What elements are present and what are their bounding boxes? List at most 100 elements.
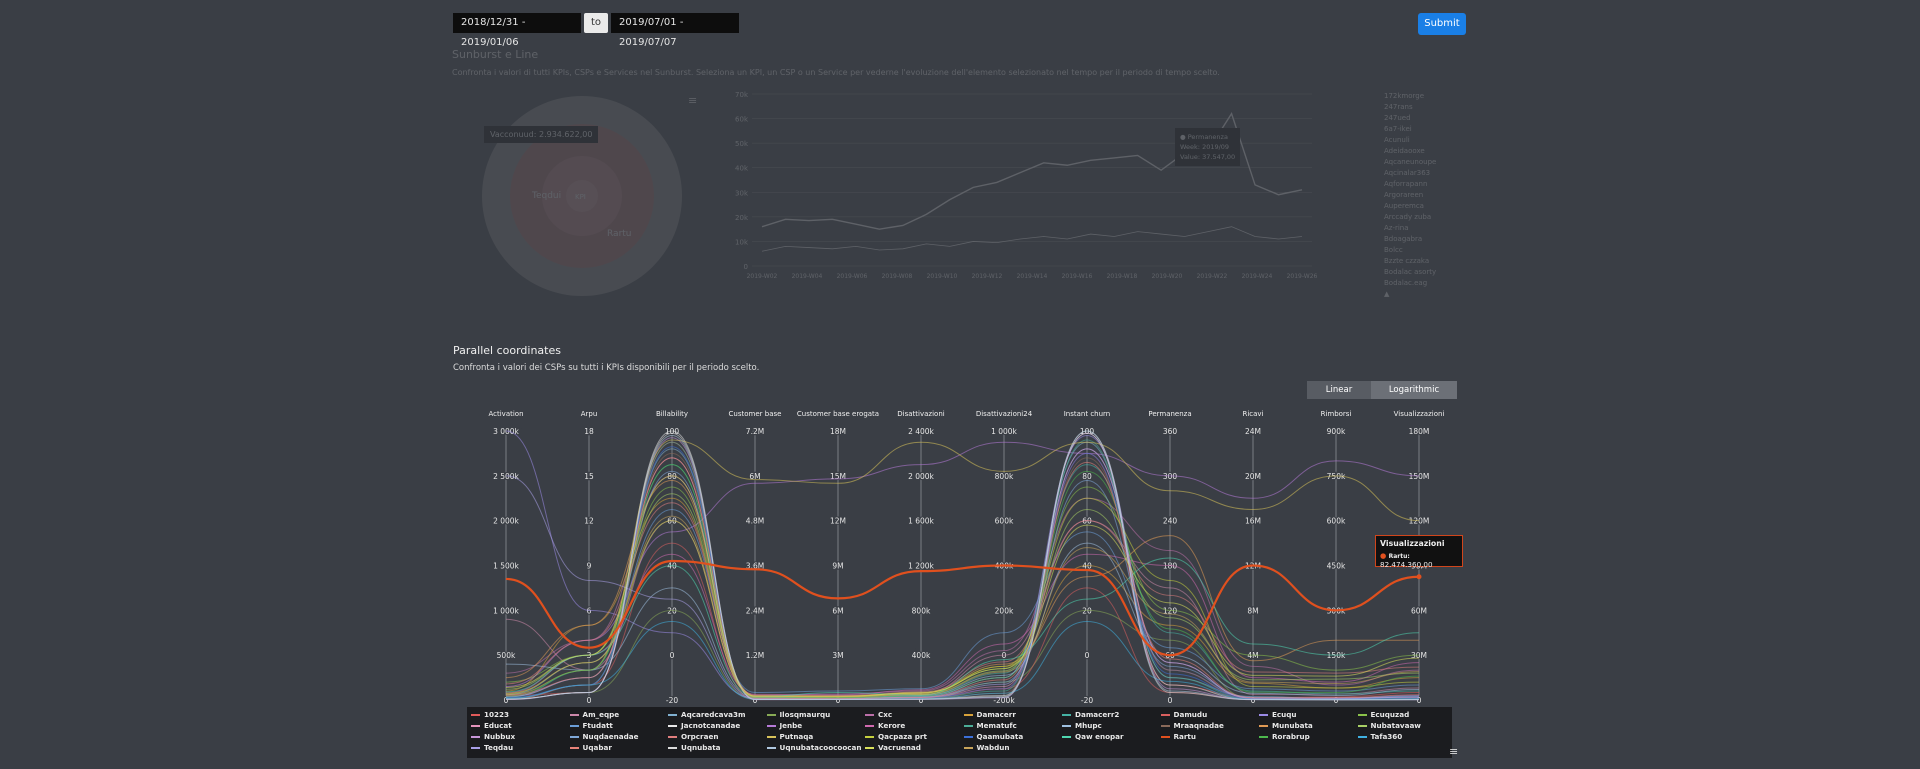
legend-item[interactable]: Ilosqmaurqu: [766, 710, 830, 719]
axis-title: Customer base erogata: [797, 410, 879, 418]
tick-label: 1 500k: [493, 562, 519, 571]
legend-swatch: [1259, 714, 1268, 716]
legend-item[interactable]: Ecuqu: [1259, 710, 1297, 719]
series-line-nubbux: [505, 432, 1419, 701]
axis-title: Disattivazioni: [897, 410, 944, 418]
tick-label: 4.8M: [746, 517, 764, 526]
tick-label: 360: [1163, 427, 1178, 436]
legend-label: Vacruenad: [878, 743, 921, 752]
legend-label: Uqnubata: [681, 743, 721, 752]
axis-title: Rimborsi: [1321, 410, 1352, 418]
axis-title: Visualizzazioni: [1394, 410, 1445, 418]
legend-swatch: [668, 747, 677, 749]
tick-label: 1.2M: [746, 651, 764, 660]
axis-title: Permanenza: [1148, 410, 1191, 418]
legend-swatch: [1357, 736, 1367, 738]
legend-item[interactable]: Tafa360: [1357, 732, 1402, 741]
legend-label: Educat: [484, 721, 512, 730]
tick-label: 150k: [1327, 651, 1346, 660]
tick-label: 1 000k: [493, 606, 519, 615]
legend-item[interactable]: Munubata: [1259, 721, 1313, 730]
legend-item[interactable]: Cxc: [865, 710, 892, 719]
tick-label: 2 000k: [493, 517, 519, 526]
legend-label: Rartu: [1173, 732, 1196, 741]
legend-swatch: [471, 714, 480, 716]
legend-label: Uqabar: [582, 743, 612, 752]
legend-item[interactable]: Kerore: [865, 721, 905, 730]
legend-item[interactable]: Nubatavaaw: [1357, 721, 1421, 730]
legend-item[interactable]: Jacnotcanadae: [668, 721, 740, 730]
tick-label: 16M: [1245, 517, 1261, 526]
tooltip-title: Visualizzazioni: [1380, 539, 1445, 548]
legend-item[interactable]: Qaw enopar: [1062, 732, 1124, 741]
tick-label: 20M: [1245, 472, 1261, 481]
tick-label: 2 400k: [908, 427, 934, 436]
legend-item[interactable]: Am_eqpe: [569, 710, 619, 719]
legend-item[interactable]: Damacerr2: [1062, 710, 1119, 719]
legend-swatch: [569, 747, 579, 749]
tick-label: 80: [1082, 472, 1092, 481]
tick-label: 2.4M: [746, 606, 764, 615]
chart-legend[interactable]: 10223 Am_eqpe Aqcaredcava3m Ilosqmaurqu Cxc D…: [467, 707, 1452, 758]
legend-label: Uqnubatacoocoocan: [779, 743, 862, 752]
legend-swatch: [766, 714, 776, 716]
legend-item[interactable]: Teqdau: [471, 743, 513, 752]
legend-label: Teqdau: [484, 743, 514, 752]
legend-item[interactable]: Vacruenad: [865, 743, 921, 752]
tick-label: 400k: [912, 651, 931, 660]
tooltip-row: ● Rartu: 82.474.360,00: [1380, 551, 1458, 569]
legend-item[interactable]: Qacpaza prt: [865, 732, 927, 741]
legend-label: Orpcraen: [681, 732, 719, 741]
legend-item[interactable]: Ftudatt: [569, 721, 613, 730]
tick-label: 0: [670, 651, 675, 660]
legend-menu-icon[interactable]: ≡: [1449, 745, 1458, 758]
tick-label: 1 000k: [991, 427, 1017, 436]
legend-item[interactable]: Damacerr: [963, 710, 1016, 719]
legend-swatch: [1357, 714, 1367, 716]
tick-label: 200k: [995, 606, 1014, 615]
tick-label: 9M: [832, 562, 843, 571]
legend-item[interactable]: 10223: [471, 710, 509, 719]
legend-label: Damacerr2: [1075, 710, 1120, 719]
legend-label: Mhupc: [1075, 721, 1102, 730]
series-line-uqnubata: [505, 432, 1420, 701]
legend-item[interactable]: Rorabrup: [1259, 732, 1310, 741]
tick-label: 600k: [995, 517, 1014, 526]
legend-item[interactable]: Uqnubata: [668, 743, 721, 752]
legend-item[interactable]: Orpcraen: [668, 732, 718, 741]
legend-label: Nuqdaenadae: [582, 732, 639, 741]
legend-label: Ecuqu: [1272, 710, 1297, 719]
legend-item[interactable]: Putnaqa: [766, 732, 814, 741]
legend-swatch: [1160, 714, 1170, 716]
legend-swatch: [471, 725, 480, 727]
parallel-coordinates-chart[interactable]: Activation3 000k2 500k2 000k1 500k1 000k…: [0, 0, 1920, 769]
tick-label: 500k: [497, 651, 516, 660]
legend-label: Mraaqnadae: [1173, 721, 1224, 730]
legend-item[interactable]: Ecuquzad: [1357, 710, 1409, 719]
legend-label: Putnaqa: [779, 732, 814, 741]
legend-item[interactable]: Wabdun: [963, 743, 1010, 752]
legend-swatch: [963, 736, 973, 738]
legend-swatch: [1062, 725, 1071, 727]
legend-item[interactable]: Uqnubatacoocoocan: [766, 743, 862, 752]
legend-swatch: [1062, 736, 1071, 738]
series-line-uqnubatacoocoocan: [505, 430, 1420, 701]
legend-item[interactable]: Aqcaredcava3m: [668, 710, 746, 719]
legend-item[interactable]: Educat: [471, 721, 512, 730]
tick-label: 800k: [912, 606, 931, 615]
axis-title: Instant churn: [1064, 410, 1111, 418]
legend-item[interactable]: Qaamubata: [963, 732, 1023, 741]
legend-item[interactable]: Nuqdaenadae: [569, 732, 639, 741]
tooltip-series: Rartu:: [1388, 553, 1410, 560]
legend-item[interactable]: Rartu: [1160, 732, 1196, 741]
tick-label: 15M: [830, 472, 846, 481]
legend-item[interactable]: Jenbe: [766, 721, 802, 730]
legend-item[interactable]: Nubbux: [471, 732, 515, 741]
legend-item[interactable]: Mematufc: [963, 721, 1017, 730]
legend-item[interactable]: Damudu: [1160, 710, 1207, 719]
legend-item[interactable]: Mhupc: [1062, 721, 1102, 730]
tick-label: 0: [1085, 651, 1090, 660]
highlight-point: [1416, 574, 1422, 580]
legend-item[interactable]: Mraaqnadae: [1160, 721, 1224, 730]
legend-item[interactable]: Uqabar: [569, 743, 612, 752]
